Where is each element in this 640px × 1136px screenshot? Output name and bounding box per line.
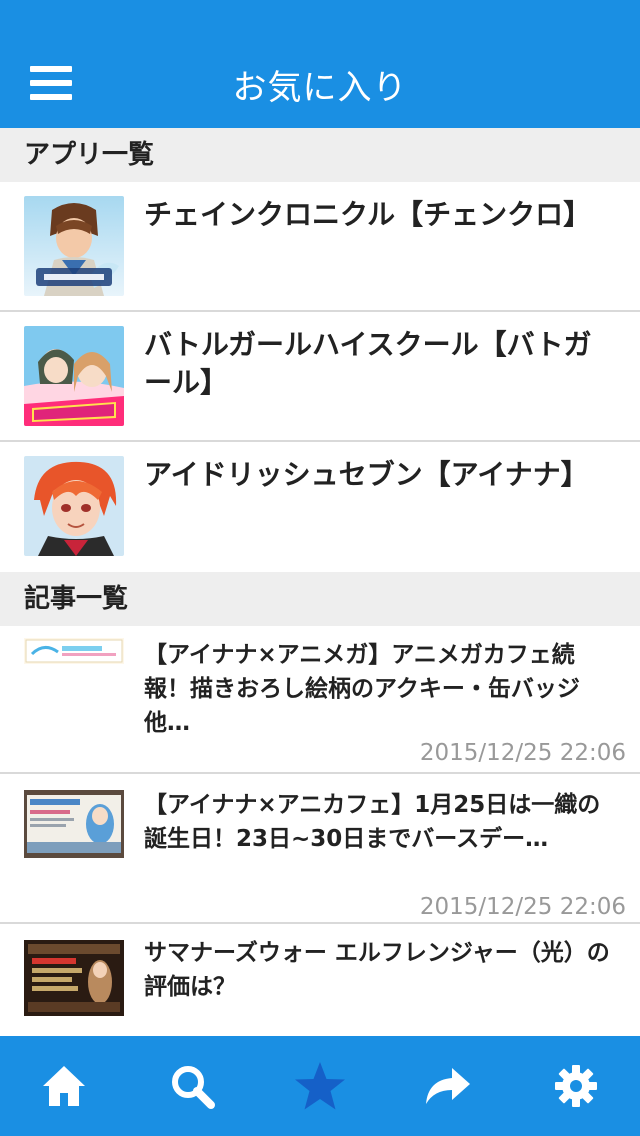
article-thumbnail	[24, 940, 124, 1016]
share-icon	[426, 1068, 470, 1104]
article-list-item[interactable]: 【アイナナ×アニメガ】アニメガカフェ続報！描きおろし絵柄のアクキー・缶バッジ他……	[0, 626, 640, 774]
app-list-item[interactable]: チェインクロニクル【チェンクロ】	[0, 182, 640, 312]
app-name: アイドリッシュセブン【アイナナ】	[144, 458, 589, 491]
tab-settings[interactable]	[536, 1046, 616, 1126]
article-date: 2015/12/25 22:06	[419, 894, 626, 920]
article-list-item[interactable]: サマナーズウォー エルフレンジャー（光）の評価は？	[0, 924, 640, 1036]
bottom-tab-bar	[0, 1036, 640, 1136]
article-thumbnail	[24, 638, 124, 664]
app-list-item[interactable]: アイドリッシュセブン【アイナナ】	[0, 442, 640, 572]
article-date: 2015/12/25 22:06	[419, 740, 626, 766]
page-title: お気に入り	[232, 68, 408, 108]
tab-share[interactable]	[408, 1046, 488, 1126]
app-list-item[interactable]: バトルガールハイスクール【バトガール】	[0, 312, 640, 442]
section-header-articles: 記事一覧	[0, 572, 640, 626]
article-title: 【アイナナ×アニメガ】アニメガカフェ続報！描きおろし絵柄のアクキー・缶バッジ他…	[144, 642, 580, 736]
chain-chronicle-thumbnail	[24, 196, 124, 296]
gear-icon	[555, 1065, 597, 1107]
app-name: バトルガールハイスクール【バトガール】	[144, 328, 592, 399]
article-list: 【アイナナ×アニメガ】アニメガカフェ続報！描きおろし絵柄のアクキー・缶バッジ他……	[0, 626, 640, 1036]
article-title: 【アイナナ×アニカフェ】1月25日は一織の誕生日！23日~30日までバースデー…	[144, 792, 601, 852]
star-icon	[295, 1062, 345, 1110]
tab-search[interactable]	[152, 1046, 232, 1126]
home-icon	[43, 1066, 85, 1106]
article-thumbnail	[24, 790, 124, 858]
app-header: お気に入り	[0, 0, 640, 128]
tab-favorites[interactable]	[280, 1046, 360, 1126]
idolish7-thumbnail	[24, 456, 124, 556]
main-content[interactable]: アプリ一覧 チェインクロニクル【チェンクロ】 バトルガールハイスクール【バトガー…	[0, 128, 640, 1036]
article-list-item[interactable]: 【アイナナ×アニカフェ】1月25日は一織の誕生日！23日~30日までバースデー……	[0, 774, 640, 924]
app-name: チェインクロニクル【チェンクロ】	[144, 198, 592, 231]
battle-girl-thumbnail	[24, 326, 124, 426]
section-header-apps: アプリ一覧	[0, 128, 640, 182]
app-list: チェインクロニクル【チェンクロ】 バトルガールハイスクール【バトガール】 アイド…	[0, 182, 640, 572]
tab-home[interactable]	[24, 1046, 104, 1126]
search-icon	[172, 1066, 215, 1109]
article-title: サマナーズウォー エルフレンジャー（光）の評価は？	[144, 940, 610, 1000]
